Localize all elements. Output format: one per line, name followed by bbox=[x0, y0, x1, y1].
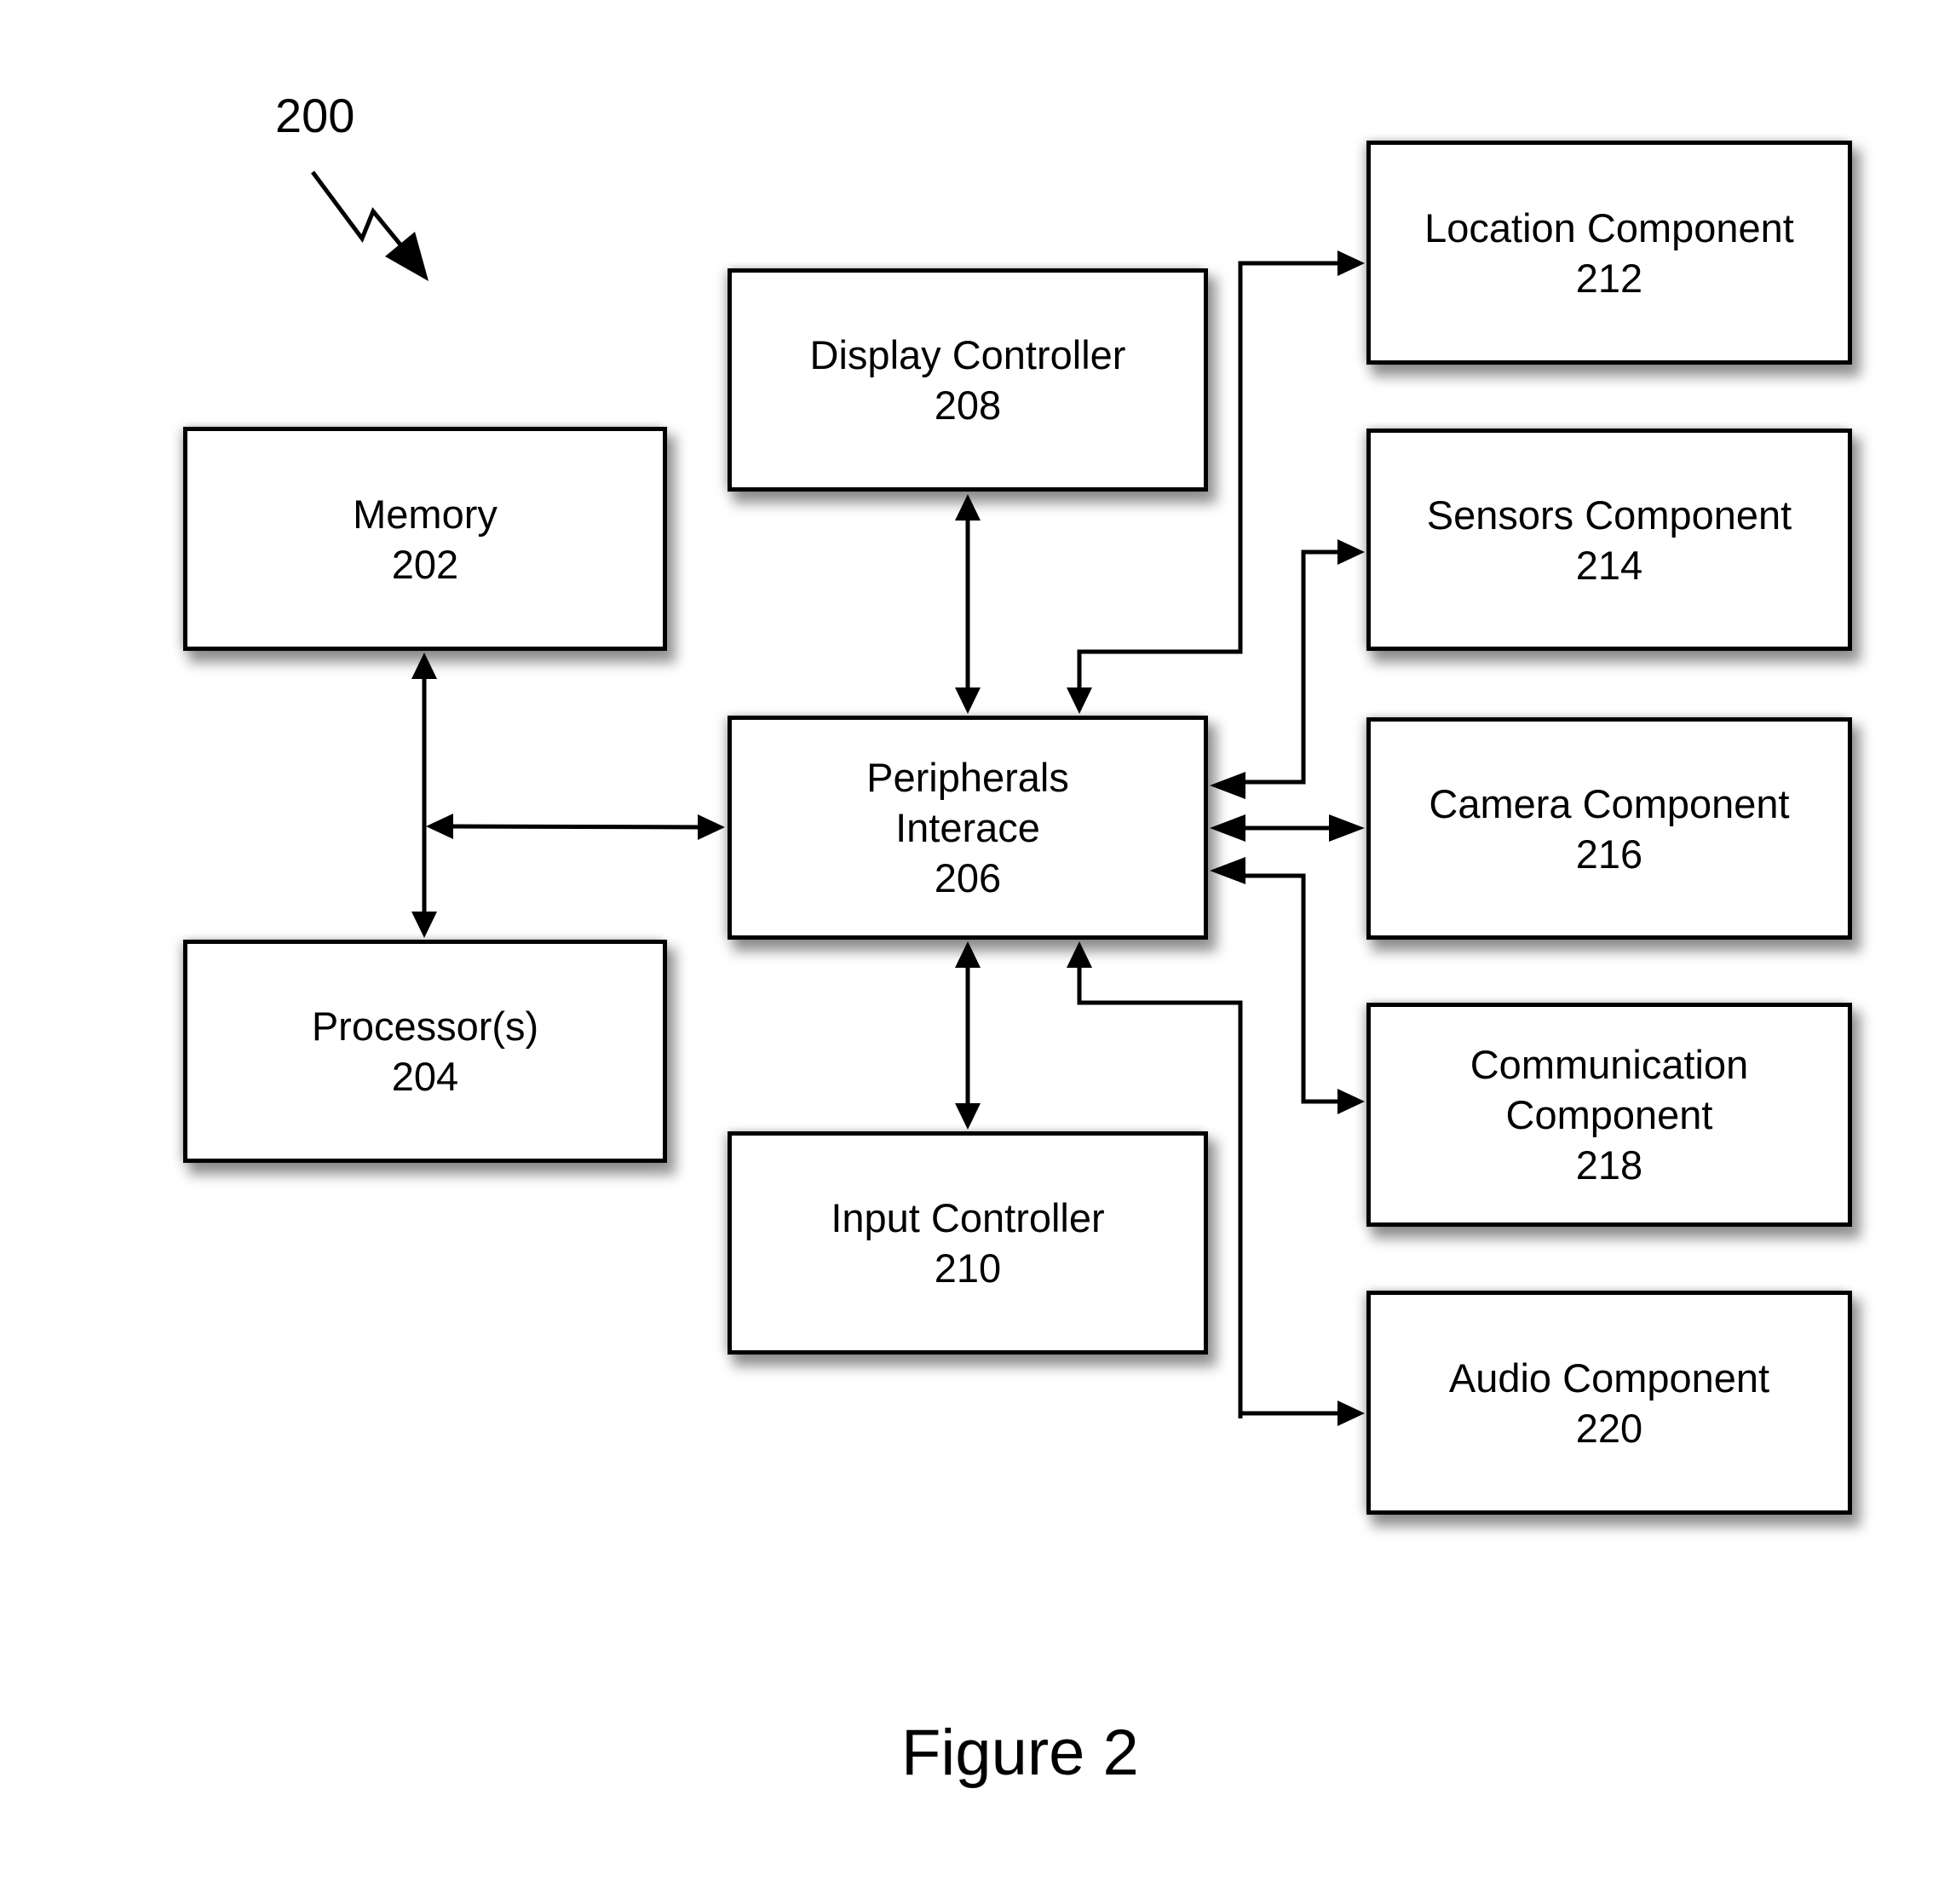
arrowhead-right-icon bbox=[1337, 1401, 1365, 1426]
bus-peripherals-connector bbox=[426, 814, 725, 840]
input-controller-number: 210 bbox=[934, 1245, 1002, 1291]
memory-label: Memory bbox=[353, 491, 498, 537]
location-component-block: Location Component 212 bbox=[1366, 141, 1852, 365]
memory-block: Memory 202 bbox=[183, 427, 667, 651]
arrowhead-up-icon bbox=[1067, 941, 1092, 968]
memory-number: 202 bbox=[391, 541, 459, 587]
peripherals-number: 206 bbox=[934, 855, 1002, 900]
peripherals-label-line1: Peripherals bbox=[866, 755, 1069, 800]
arrowhead-left-icon bbox=[426, 814, 453, 839]
arrowhead-up-icon bbox=[955, 494, 981, 521]
arrowhead-up-icon bbox=[955, 941, 981, 968]
peripherals-interface-block: Peripherals Interace 206 bbox=[728, 716, 1208, 940]
audio-component-number: 220 bbox=[1575, 1405, 1643, 1451]
arrowhead-right-icon bbox=[1337, 539, 1365, 565]
arrowhead-down-icon bbox=[1067, 687, 1092, 714]
display-controller-number: 208 bbox=[934, 383, 1002, 428]
arrowhead-up-icon bbox=[411, 653, 437, 679]
arrowhead-right-icon bbox=[1329, 814, 1365, 842]
input-controller-label: Input Controller bbox=[831, 1195, 1105, 1240]
arrowhead-down-icon bbox=[955, 1103, 981, 1130]
figure-reference-numeral: 200 bbox=[275, 89, 355, 142]
arrowhead-right-icon bbox=[1337, 250, 1365, 276]
reference-pointer-arrow-icon bbox=[310, 170, 429, 281]
arrowhead-right-icon bbox=[1337, 1089, 1365, 1114]
communication-component-block: Communication Component 218 bbox=[1366, 1003, 1852, 1227]
figure-caption: Figure 2 bbox=[901, 1717, 1139, 1789]
arrowhead-down-icon bbox=[411, 912, 437, 938]
camera-peripherals-connector bbox=[1210, 814, 1365, 842]
sensors-component-number: 214 bbox=[1575, 542, 1643, 588]
camera-component-block: Camera Component 216 bbox=[1366, 717, 1852, 940]
communication-component-label-line2: Component bbox=[1505, 1092, 1713, 1137]
display-controller-block: Display Controller 208 bbox=[728, 268, 1208, 492]
processor-number: 204 bbox=[391, 1054, 459, 1099]
input-controller-block: Input Controller 210 bbox=[728, 1131, 1208, 1355]
location-component-label: Location Component bbox=[1424, 204, 1794, 250]
arrowhead-left-icon bbox=[1210, 814, 1245, 842]
communication-component-label-line1: Communication bbox=[1470, 1042, 1749, 1087]
sensors-component-label: Sensors Component bbox=[1426, 492, 1792, 538]
display-peripherals-connector bbox=[955, 494, 981, 714]
peripherals-input-connector bbox=[955, 941, 981, 1130]
camera-component-number: 216 bbox=[1575, 831, 1643, 877]
arrowhead-left-icon bbox=[1210, 772, 1245, 799]
processor-label: Processor(s) bbox=[311, 1004, 539, 1049]
processor-block: Processor(s) 204 bbox=[183, 940, 667, 1163]
arrowhead-right-icon bbox=[698, 814, 725, 840]
memory-processor-connector bbox=[411, 653, 437, 938]
display-controller-label: Display Controller bbox=[809, 332, 1126, 377]
audio-component-block: Audio Component 220 bbox=[1366, 1291, 1852, 1515]
location-component-number: 212 bbox=[1575, 255, 1643, 301]
sensors-component-block: Sensors Component 214 bbox=[1366, 429, 1852, 651]
sensors-peripherals-connector bbox=[1210, 539, 1365, 799]
arrowhead-left-icon bbox=[1210, 857, 1245, 884]
arrowhead-down-icon bbox=[955, 687, 981, 714]
audio-component-label: Audio Component bbox=[1448, 1355, 1770, 1401]
camera-component-label: Camera Component bbox=[1429, 780, 1790, 826]
communication-component-number: 218 bbox=[1575, 1142, 1643, 1188]
peripherals-label-line2: Interace bbox=[895, 805, 1040, 850]
communication-peripherals-connector bbox=[1210, 857, 1365, 1114]
